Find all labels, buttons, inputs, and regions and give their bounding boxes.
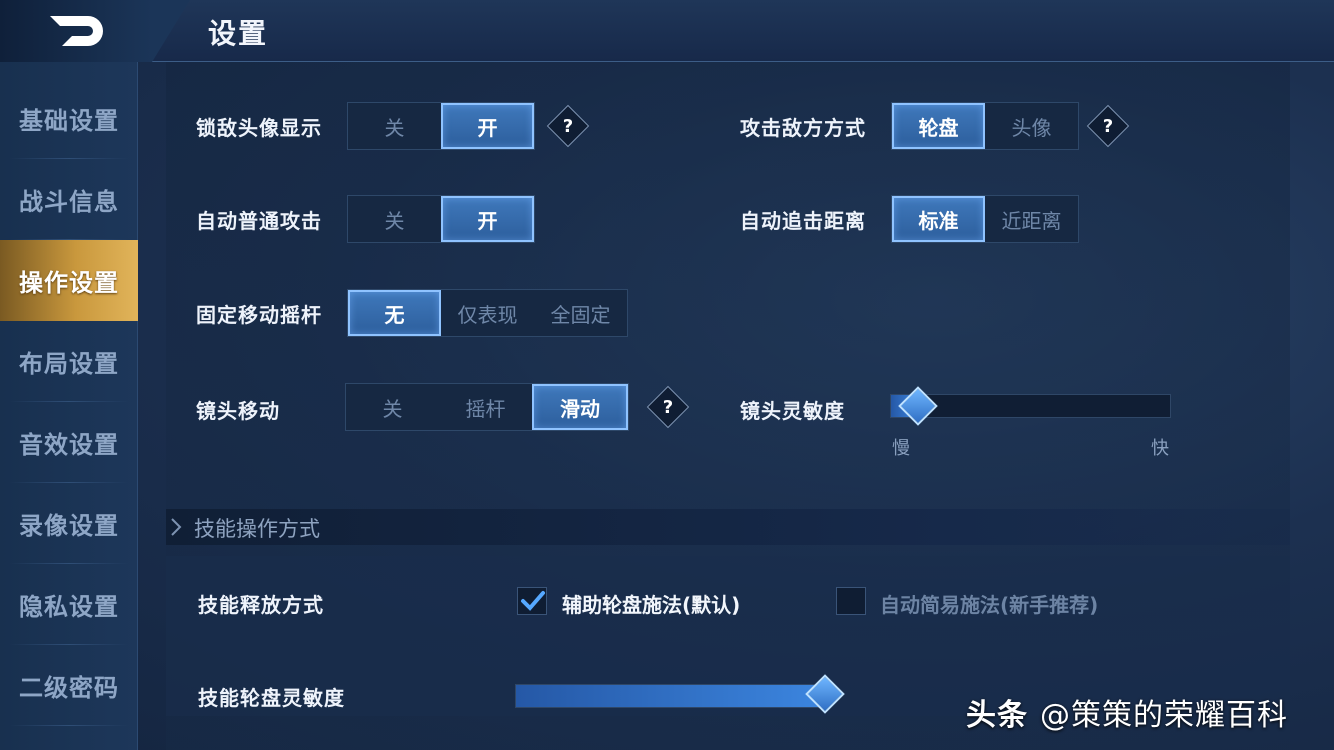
help-glyph: ? [1102,115,1114,137]
skill-release-label: 技能释放方式 [198,593,324,617]
auto-attack-off[interactable]: 关 [348,196,441,242]
sidebar-item-sound[interactable]: 音效设置 [0,402,138,483]
simple-cast-label[interactable]: 自动简易施法(新手推荐) [880,589,1098,618]
skill-section-header: 技能操作方式 [166,509,1290,545]
auto-attack-on[interactable]: 开 [441,196,534,242]
watermark: 头条 @策策的荣耀百科 [966,690,1288,734]
chase-distance-label: 自动追击距离 [740,209,866,233]
camera-move-swipe[interactable]: 滑动 [532,384,628,430]
attack-mode-avatar[interactable]: 头像 [985,103,1078,149]
assist-wheel-checkbox[interactable] [517,587,547,615]
skill-section-title: 技能操作方式 [194,517,320,541]
back-button[interactable] [44,10,110,52]
camera-move-joystick[interactable]: 摇杆 [439,384,532,430]
slider-min-label: 慢 [892,438,910,459]
lock-avatar-off[interactable]: 关 [348,103,441,149]
lock-avatar-on[interactable]: 开 [441,103,534,149]
sidebar-item-password[interactable]: 二级密码 [0,645,138,726]
page-title: 设置 [208,17,269,50]
fixed-joystick-toggle: 无 仅表现 全固定 [347,289,628,337]
camera-sensitivity-label: 镜头灵敏度 [740,399,845,423]
camera-move-label: 镜头移动 [196,399,280,423]
simple-cast-checkbox[interactable] [836,587,866,615]
assist-wheel-label[interactable]: 辅助轮盘施法(默认) [562,589,740,618]
sidebar-item-battle-info[interactable]: 战斗信息 [0,159,138,240]
watermark-brand: 头条 [966,698,1028,733]
sidebar-item-privacy[interactable]: 隐私设置 [0,564,138,645]
lock-avatar-toggle: 关 开 [347,102,535,150]
wheel-sensitivity-slider[interactable] [515,684,828,708]
slider-fill [516,685,828,707]
sidebar-item-replay[interactable]: 录像设置 [0,483,138,564]
auto-attack-toggle: 关 开 [347,195,535,243]
back-arrow-icon [50,16,103,46]
sidebar-item-layout[interactable]: 布局设置 [0,321,138,402]
camera-move-toggle: 关 摇杆 滑动 [345,383,629,431]
lock-avatar-label: 锁敌头像显示 [196,116,322,140]
sidebar: 基础设置 战斗信息 操作设置 布局设置 音效设置 录像设置 隐私设置 二级密码 [0,62,138,750]
slider-max-label: 快 [1151,438,1169,459]
help-glyph: ? [662,396,674,418]
auto-attack-label: 自动普通攻击 [196,209,322,233]
wheel-sensitivity-label: 技能轮盘灵敏度 [198,686,345,710]
chevron-right-icon [171,518,182,536]
checkmark-icon [521,591,545,611]
sidebar-item-basic[interactable]: 基础设置 [0,78,138,159]
fixed-joystick-visual[interactable]: 仅表现 [441,290,534,336]
help-glyph: ? [562,115,574,137]
chase-distance-toggle: 标准 近距离 [891,195,1079,243]
attack-mode-label: 攻击敌方方式 [740,116,866,140]
fixed-joystick-none[interactable]: 无 [348,290,441,336]
fixed-joystick-label: 固定移动摇杆 [196,303,322,327]
chase-distance-standard[interactable]: 标准 [892,196,985,242]
camera-move-off[interactable]: 关 [346,384,439,430]
top-bar: 设置 [0,0,1334,62]
fixed-joystick-full[interactable]: 全固定 [534,290,627,336]
watermark-text: @策策的荣耀百科 [1040,698,1288,733]
attack-mode-wheel[interactable]: 轮盘 [892,103,985,149]
chase-distance-close[interactable]: 近距离 [985,196,1078,242]
sidebar-item-controls[interactable]: 操作设置 [0,240,138,321]
attack-mode-toggle: 轮盘 头像 [891,102,1079,150]
